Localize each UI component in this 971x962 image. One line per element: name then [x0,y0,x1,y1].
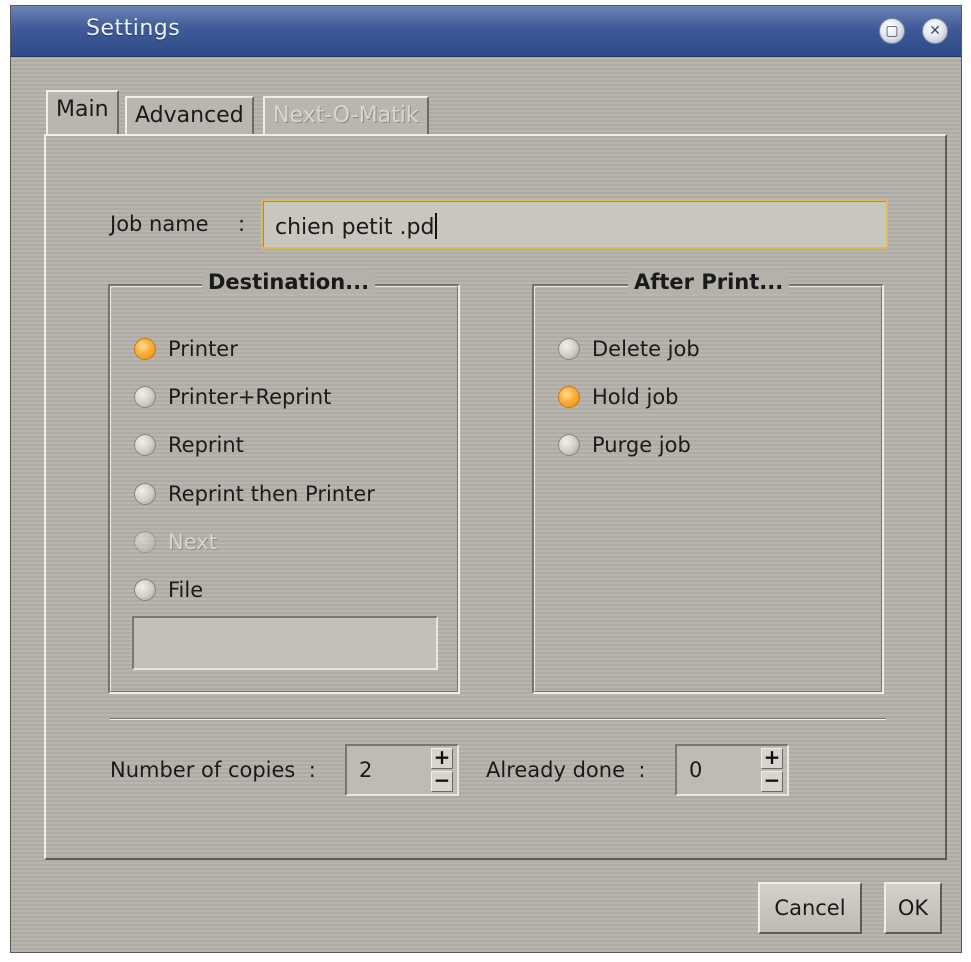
decrement-icon[interactable]: − [431,770,453,792]
radio-label: Reprint then Printer [168,482,375,506]
radio-printer-reprint[interactable]: Printer+Reprint [134,382,331,412]
destination-title: Destination... [202,270,376,294]
title-bar[interactable]: Settings ▢ ✕ [11,6,961,57]
tab-advanced[interactable]: Advanced [125,96,254,134]
radio-label: Printer+Reprint [168,385,332,409]
radio-purge-job[interactable]: Purge job [558,430,691,460]
radio-printer[interactable]: Printer [134,334,238,364]
maximize-icon[interactable]: ▢ [879,18,905,44]
radio-checked-icon[interactable] [558,386,580,408]
increment-icon[interactable]: + [431,747,453,769]
radio-unchecked-icon[interactable] [558,434,580,456]
horizontal-divider [110,718,886,720]
radio-next: Next [134,527,217,557]
job-name-colon: : [238,212,246,236]
copies-spinbox[interactable]: 2 + − [345,744,459,796]
radio-disabled-icon [134,531,156,553]
radio-label: Purge job [592,433,691,457]
cancel-button[interactable]: Cancel [758,882,862,934]
radio-reprint-then-printer[interactable]: Reprint then Printer [134,479,375,509]
already-done-spinbox[interactable]: 0 + − [675,744,789,796]
copies-label: Number of copies : [110,758,316,782]
radio-unchecked-icon[interactable] [134,386,156,408]
window-title: Settings [86,16,181,41]
radio-label: Next [168,530,217,554]
ok-button[interactable]: OK [884,882,942,934]
increment-icon[interactable]: + [761,747,783,769]
radio-unchecked-icon[interactable] [558,338,580,360]
text-cursor-icon [435,213,438,239]
settings-window: Settings ▢ ✕ Main Advanced Next-O-Matik … [10,5,962,953]
decrement-icon[interactable]: − [761,770,783,792]
tab-next-o-matik: Next-O-Matik [263,96,429,134]
job-name-value: chien petit .pd [275,215,435,240]
job-name-input[interactable]: chien petit .pd [261,199,888,249]
radio-label: Reprint [168,433,244,457]
radio-delete-job[interactable]: Delete job [558,334,700,364]
radio-unchecked-icon[interactable] [134,434,156,456]
file-path-input[interactable] [132,616,438,670]
radio-label: Delete job [592,337,700,361]
main-tab-panel: Job name : chien petit .pd Destination..… [44,134,947,860]
radio-unchecked-icon[interactable] [134,483,156,505]
radio-file[interactable]: File [134,575,203,605]
after-print-title: After Print... [628,270,790,294]
radio-unchecked-icon[interactable] [134,579,156,601]
tab-main[interactable]: Main [46,90,119,134]
after-print-group: After Print... Delete job Hold job Purge… [532,270,884,694]
radio-reprint[interactable]: Reprint [134,430,244,460]
already-done-label: Already done : [486,758,646,782]
destination-group: Destination... Printer Printer+Reprint R… [108,270,460,694]
copies-value[interactable]: 2 [359,758,372,782]
radio-hold-job[interactable]: Hold job [558,382,679,412]
already-done-value[interactable]: 0 [689,758,702,782]
radio-checked-icon[interactable] [134,338,156,360]
radio-label: File [168,578,204,602]
job-name-label: Job name [110,212,209,236]
radio-label: Printer [168,337,238,361]
radio-label: Hold job [592,385,679,409]
close-icon[interactable]: ✕ [922,18,948,44]
